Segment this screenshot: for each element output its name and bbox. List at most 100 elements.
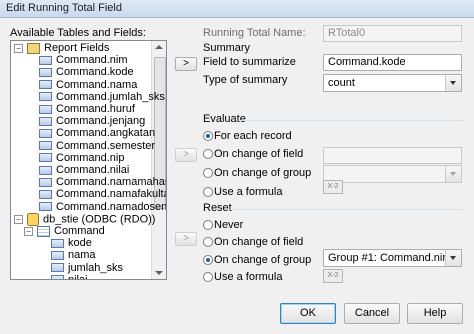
field-icon: [39, 104, 52, 114]
add-field-to-summarize-button[interactable]: >: [175, 57, 197, 71]
database-icon: [27, 212, 39, 226]
expander-minus-icon[interactable]: −: [24, 227, 33, 236]
fields-tree[interactable]: − Report Fields Command.nim Command.kode Com…: [10, 40, 167, 280]
field-icon: [51, 250, 64, 260]
expander-minus-icon[interactable]: −: [14, 214, 23, 224]
field-icon: [39, 55, 52, 65]
reset-option-label: Never: [214, 219, 244, 231]
tree-item-label: nama: [68, 249, 96, 262]
chevron-down-icon[interactable]: [445, 166, 461, 182]
chevron-down-icon[interactable]: [445, 75, 461, 91]
field-icon: [39, 202, 52, 212]
tree-item-label: db_stie (ODBC (RDO)): [43, 213, 156, 226]
tree-item[interactable]: nilai: [51, 273, 88, 280]
tree-item[interactable]: Command.huruf: [39, 103, 135, 116]
evaluate-divider: [240, 120, 462, 121]
tree-item[interactable]: Command.nama: [39, 79, 137, 92]
field-to-summarize-label: Field to summarize: [203, 56, 296, 68]
evaluate-on-change-of-field-radio[interactable]: [203, 149, 213, 159]
field-icon: [39, 92, 52, 102]
tree-item-label: Command.namadosen: [56, 200, 167, 213]
tree-item[interactable]: Command.nip: [39, 152, 124, 165]
chevron-down-icon[interactable]: [445, 250, 461, 266]
evaluate-heading: Evaluate: [203, 113, 246, 125]
reset-use-formula-radio[interactable]: [203, 272, 213, 282]
tree-item-label: Command: [54, 225, 105, 237]
tree-item-label: Command.nip: [56, 151, 125, 164]
tree-item[interactable]: jumlah_sks: [51, 262, 123, 275]
evaluate-option-label: For each record: [214, 130, 292, 142]
tree-item[interactable]: Command.jumlah_sks: [39, 91, 165, 104]
tree-item[interactable]: Command.angkatan: [39, 127, 155, 140]
tree-item[interactable]: Command.jenjang: [39, 115, 145, 128]
evaluate-field-input[interactable]: [323, 147, 462, 164]
evaluate-on-change-of-group-radio[interactable]: [203, 168, 213, 178]
field-icon: [51, 238, 64, 248]
ok-button[interactable]: OK: [280, 303, 336, 324]
reset-option-label: Use a formula: [214, 271, 283, 283]
window-title: Edit Running Total Field: [6, 2, 122, 14]
available-fields-label: Available Tables and Fields:: [10, 27, 146, 39]
formula-icon[interactable]: X-2: [323, 269, 343, 283]
tree-item-label: Command.angkatan: [56, 127, 156, 140]
tree-item-label: Command.nama: [56, 78, 138, 91]
tree-item[interactable]: kode: [51, 237, 92, 250]
field-icon: [39, 165, 52, 175]
field-icon: [39, 67, 52, 77]
table-icon: [37, 225, 50, 237]
tree-item[interactable]: nama: [51, 249, 96, 262]
scroll-up-icon[interactable]: [155, 45, 163, 49]
field-icon: [39, 153, 52, 163]
tree-item[interactable]: Command.kode: [39, 66, 134, 79]
evaluate-use-formula-radio[interactable]: [203, 187, 213, 197]
reset-option-label: On change of field: [214, 236, 304, 248]
field-icon: [39, 189, 52, 199]
expander-minus-icon[interactable]: −: [14, 44, 23, 53]
evaluate-option-label: On change of field: [214, 148, 304, 160]
tree-item-label: Command.huruf: [56, 103, 135, 115]
reset-never-radio[interactable]: [203, 220, 213, 230]
reset-heading: Reset: [203, 202, 232, 214]
tree-item[interactable]: Command.namamahasiswa: [39, 176, 166, 189]
reset-on-change-of-field-radio[interactable]: [203, 237, 213, 247]
tree-item-label: Command.namamahasiswa: [56, 176, 166, 189]
formula-icon[interactable]: X-2: [323, 180, 343, 194]
summary-heading: Summary: [203, 42, 251, 54]
tree-item[interactable]: Command.nim: [39, 54, 128, 67]
tree-item[interactable]: Command.namafakultas: [39, 188, 166, 201]
tree-item-label: jumlah_sks: [68, 261, 124, 274]
tree-item-label: Command.semester: [56, 139, 156, 152]
field-icon: [39, 128, 52, 138]
tree-scrollbar[interactable]: [151, 41, 166, 279]
field-to-summarize-input[interactable]: Command.kode: [323, 54, 462, 71]
tree-item[interactable]: − Report Fields: [14, 42, 109, 55]
scroll-down-icon[interactable]: [155, 271, 163, 275]
cancel-button[interactable]: Cancel: [344, 303, 400, 324]
tree-item[interactable]: Command.namadosen: [39, 200, 167, 214]
field-icon: [39, 116, 52, 126]
tree-item[interactable]: Command.nilai: [39, 164, 129, 177]
tree-item-label: Command.nilai: [56, 164, 130, 176]
reset-field-arrow-button[interactable]: >: [175, 232, 197, 246]
running-total-name-input[interactable]: RTotal0: [323, 25, 462, 42]
tree-item[interactable]: − Command: [24, 225, 105, 238]
field-icon: [51, 275, 64, 279]
reset-on-change-of-group-radio[interactable]: [203, 255, 213, 265]
tree-item-label: kode: [68, 237, 92, 250]
reset-option-label: On change of group: [214, 254, 312, 266]
field-icon: [39, 80, 52, 90]
evaluate-field-arrow-button[interactable]: >: [175, 148, 197, 162]
tree-item-label: Command.jenjang: [56, 115, 146, 128]
help-button[interactable]: Help: [407, 303, 463, 324]
title-bar[interactable]: Edit Running Total Field: [0, 0, 474, 18]
tree-item[interactable]: Command.semester: [39, 140, 155, 153]
evaluate-for-each-record-radio[interactable]: [203, 131, 213, 141]
tree-item[interactable]: − db_stie (ODBC (RDO)): [14, 212, 156, 226]
tree-item-label: nilai: [68, 273, 88, 280]
tree-item-label: Command.kode: [56, 66, 134, 79]
evaluate-group-select[interactable]: [323, 165, 462, 183]
reset-group-select[interactable]: Group #1: Command.nim - A: [323, 249, 462, 280]
field-icon: [51, 263, 64, 273]
type-of-summary-select[interactable]: count: [323, 74, 462, 92]
tree-item-label: Command.nim: [56, 54, 128, 67]
